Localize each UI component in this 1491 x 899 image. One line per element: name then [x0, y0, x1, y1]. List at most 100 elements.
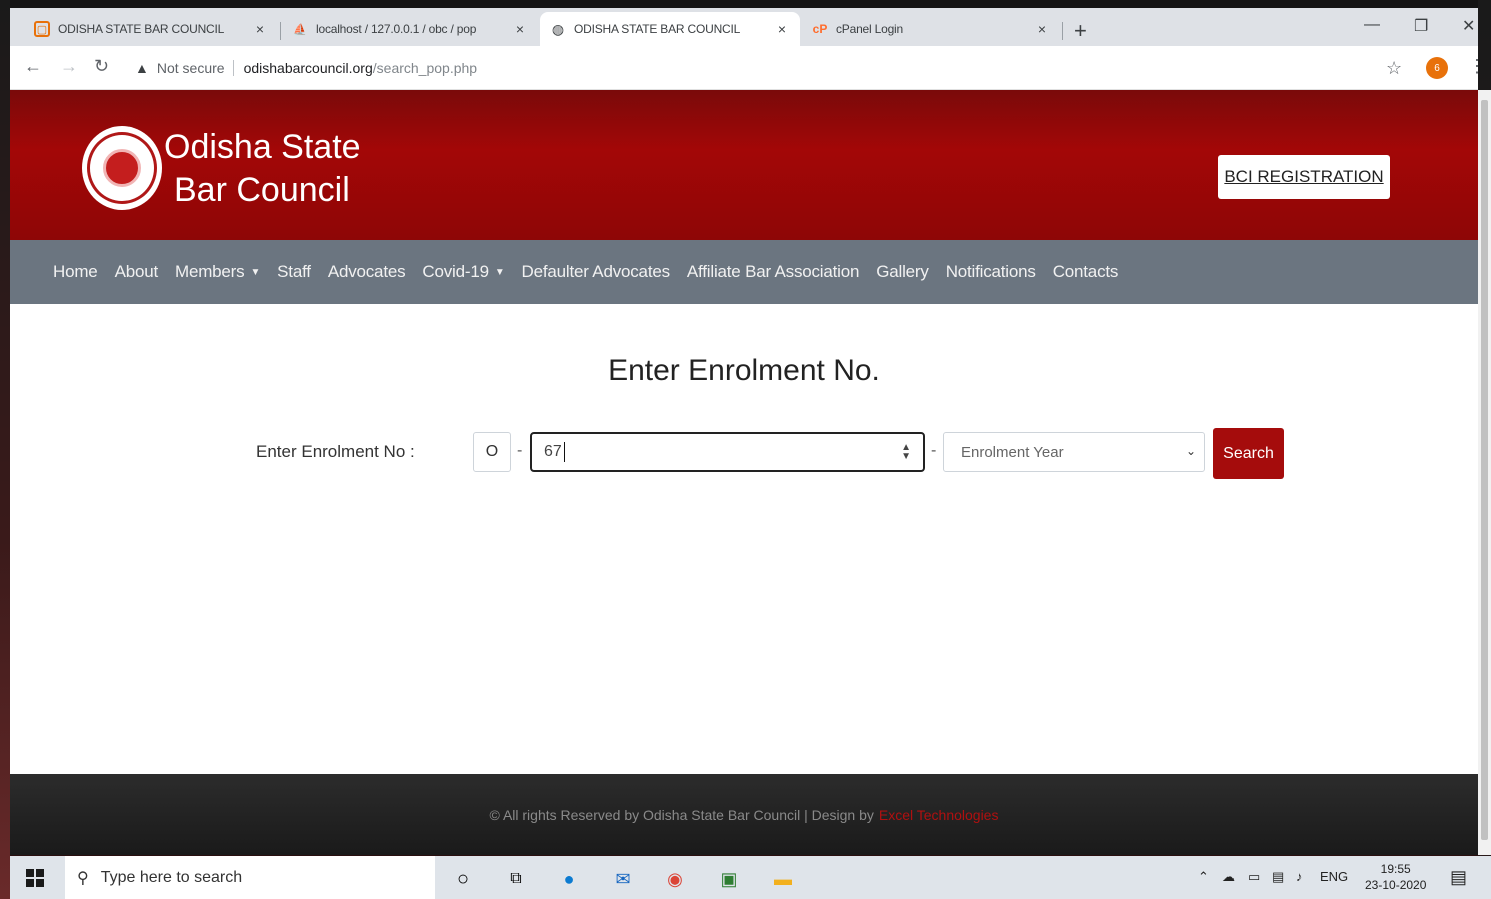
tab-close-icon[interactable]: × — [774, 21, 790, 37]
nav-item-members[interactable]: Members ▼ — [175, 262, 260, 282]
enrolment-label: Enter Enrolment No : — [256, 442, 415, 461]
nav-item-label: About — [114, 262, 159, 281]
tab-title: ODISHA STATE BAR COUNCIL — [574, 22, 741, 36]
taskbar-search-box[interactable]: ⚲ Type here to search — [65, 856, 435, 899]
brand-line-1: Odisha State — [164, 128, 361, 166]
taskbar-clock[interactable]: 19:55 23-10-2020 — [1365, 861, 1426, 893]
nav-item-label: Gallery — [876, 262, 929, 281]
nav-item-home[interactable]: Home — [53, 262, 98, 282]
tray-chevron-up-icon[interactable]: ⌃ — [1198, 869, 1209, 885]
enrolment-year-select[interactable]: Enrolment Year ⌄ — [943, 432, 1205, 472]
nav-item-label: Staff — [277, 262, 311, 281]
nav-item-label: Covid-19 — [422, 262, 489, 281]
mail-icon[interactable]: ✉ — [610, 866, 636, 892]
screen-bezel-left — [0, 0, 10, 899]
browser-tab-1[interactable]: ▢ ODISHA STATE BAR COUNCIL × — [24, 12, 278, 46]
nav-item-label: Contacts — [1052, 262, 1119, 281]
site-favicon-icon: ▢ — [34, 21, 50, 37]
tab-close-icon[interactable]: × — [1034, 21, 1050, 37]
battery-icon[interactable]: ▭ — [1248, 869, 1260, 885]
enrolment-prefix-field[interactable]: O — [473, 432, 511, 472]
new-tab-button[interactable]: + — [1074, 18, 1087, 44]
taskbar-search-placeholder: Type here to search — [100, 868, 243, 886]
browser-tab-3[interactable]: ◍ ODISHA STATE BAR COUNCIL × — [540, 12, 800, 46]
enrolment-value: 67 — [544, 443, 562, 460]
nav-item-defaulter-advocates[interactable]: Defaulter Advocates — [522, 262, 671, 282]
site-brand[interactable]: Odisha State Bar Council — [164, 126, 361, 212]
nav-item-gallery[interactable]: Gallery — [876, 262, 929, 282]
network-icon[interactable]: ▤ — [1272, 869, 1284, 885]
page-title: Enter Enrolment No. — [608, 354, 880, 387]
bci-registration-button[interactable]: BCI REGISTRATION — [1218, 155, 1390, 199]
task-view-icon[interactable]: ⧉ — [503, 866, 529, 892]
tab-separator — [280, 22, 281, 40]
separator-dash: - — [931, 442, 937, 459]
back-arrow-icon[interactable]: ← — [24, 56, 42, 77]
windows-start-icon[interactable] — [26, 869, 44, 887]
notepad-icon[interactable]: ▣ — [716, 866, 742, 892]
clock-date: 23-10-2020 — [1365, 878, 1427, 892]
screen-bezel-top — [0, 0, 1491, 8]
tab-close-icon[interactable]: × — [512, 21, 528, 37]
nav-item-notifications[interactable]: Notifications — [946, 262, 1036, 282]
minimize-button[interactable]: — — [1364, 16, 1380, 34]
windows-taskbar: ⚲ Type here to search ○ ⧉ ● ✉ ◉ ▣ ▬ ⌃ ☁ … — [10, 856, 1491, 899]
volume-icon[interactable]: ♪ — [1296, 869, 1303, 884]
designer-link[interactable]: Excel Technologies — [879, 807, 999, 823]
file-explorer-icon[interactable]: ▬ — [770, 866, 796, 892]
nav-item-label: Members — [175, 262, 245, 281]
browser-tab-2[interactable]: ⛵ localhost / 127.0.0.1 / obc / pop × — [282, 12, 538, 46]
scrollbar-thumb[interactable] — [1481, 100, 1488, 840]
nav-item-staff[interactable]: Staff — [277, 262, 311, 282]
tab-title: cPanel Login — [836, 22, 903, 36]
bookmark-star-icon[interactable]: ☆ — [1386, 58, 1402, 79]
browser-toolbar: ← → ↻ ▲ Not secure odishabarcouncil.org … — [10, 46, 1486, 90]
browser-tab-strip: ▢ ODISHA STATE BAR COUNCIL × ⛵ localhost… — [10, 8, 1478, 46]
nav-item-label: Home — [53, 262, 98, 281]
nav-item-contacts[interactable]: Contacts — [1053, 262, 1119, 282]
url-path: /search_pop.php — [372, 60, 478, 76]
reload-icon[interactable]: ↻ — [94, 56, 109, 77]
cpanel-icon: cP — [812, 22, 828, 36]
phpmyadmin-icon: ⛵ — [293, 23, 307, 36]
url-host: odishabarcouncil.org — [243, 60, 373, 76]
cortana-icon[interactable]: ○ — [450, 866, 476, 892]
caret-down-icon: ▼ — [494, 267, 505, 279]
web-page: Odisha State Bar Council BCI REGISTRATIO… — [10, 90, 1478, 855]
nav-item-covid-19[interactable]: Covid-19 ▼ — [422, 262, 504, 282]
separator-dash: - — [517, 442, 523, 459]
brand-line-2: Bar Council — [174, 171, 350, 209]
notifications-icon[interactable]: ▤ — [1450, 867, 1467, 888]
site-footer: © All rights Reserved by Odisha State Ba… — [10, 774, 1478, 855]
tab-close-icon[interactable]: × — [252, 21, 268, 37]
language-indicator[interactable]: ENG — [1320, 869, 1348, 884]
profile-avatar[interactable]: 6 — [1426, 57, 1448, 79]
nav-item-affiliate-bar-association[interactable]: Affiliate Bar Association — [687, 262, 860, 282]
browser-tab-4[interactable]: cP cPanel Login × — [802, 12, 1060, 46]
main-navigation: Home About Members ▼ Staff Advocates Covid-19 ▼… — [10, 240, 1478, 304]
number-spinner-icon[interactable]: ▲ ▼ — [901, 443, 911, 462]
enrolment-number-input[interactable]: 67 ▲ ▼ — [530, 432, 925, 472]
council-seal-logo[interactable] — [82, 126, 162, 210]
close-window-button[interactable]: ✕ — [1462, 16, 1475, 36]
restore-button[interactable]: ❐ — [1414, 16, 1428, 36]
forward-arrow-icon[interactable]: → — [60, 56, 78, 77]
security-label[interactable]: Not secure — [157, 60, 225, 76]
warning-triangle-icon: ▲ — [135, 60, 149, 76]
site-header: Odisha State Bar Council BCI REGISTRATIO… — [10, 90, 1478, 240]
edge-browser-icon[interactable]: ● — [556, 866, 582, 892]
nav-item-label: Notifications — [945, 262, 1036, 281]
copyright-text: © All rights Reserved by Odisha State Ba… — [489, 806, 874, 823]
nav-item-label: Advocates — [327, 262, 406, 281]
search-button[interactable]: Search — [1213, 428, 1284, 479]
tab-title: ODISHA STATE BAR COUNCIL — [58, 22, 225, 36]
chrome-icon[interactable]: ◉ — [662, 866, 688, 892]
nav-item-about[interactable]: About — [114, 262, 159, 282]
nav-item-advocates[interactable]: Advocates — [328, 262, 406, 282]
globe-icon: ◍ — [551, 20, 565, 37]
address-bar[interactable]: ▲ Not secure odishabarcouncil.org /searc… — [135, 54, 1385, 82]
text-cursor — [563, 442, 565, 462]
clock-time: 19:55 — [1380, 862, 1411, 876]
browser-menu-icon[interactable]: ⋮ — [1468, 56, 1486, 77]
onedrive-icon[interactable]: ☁ — [1222, 869, 1235, 885]
